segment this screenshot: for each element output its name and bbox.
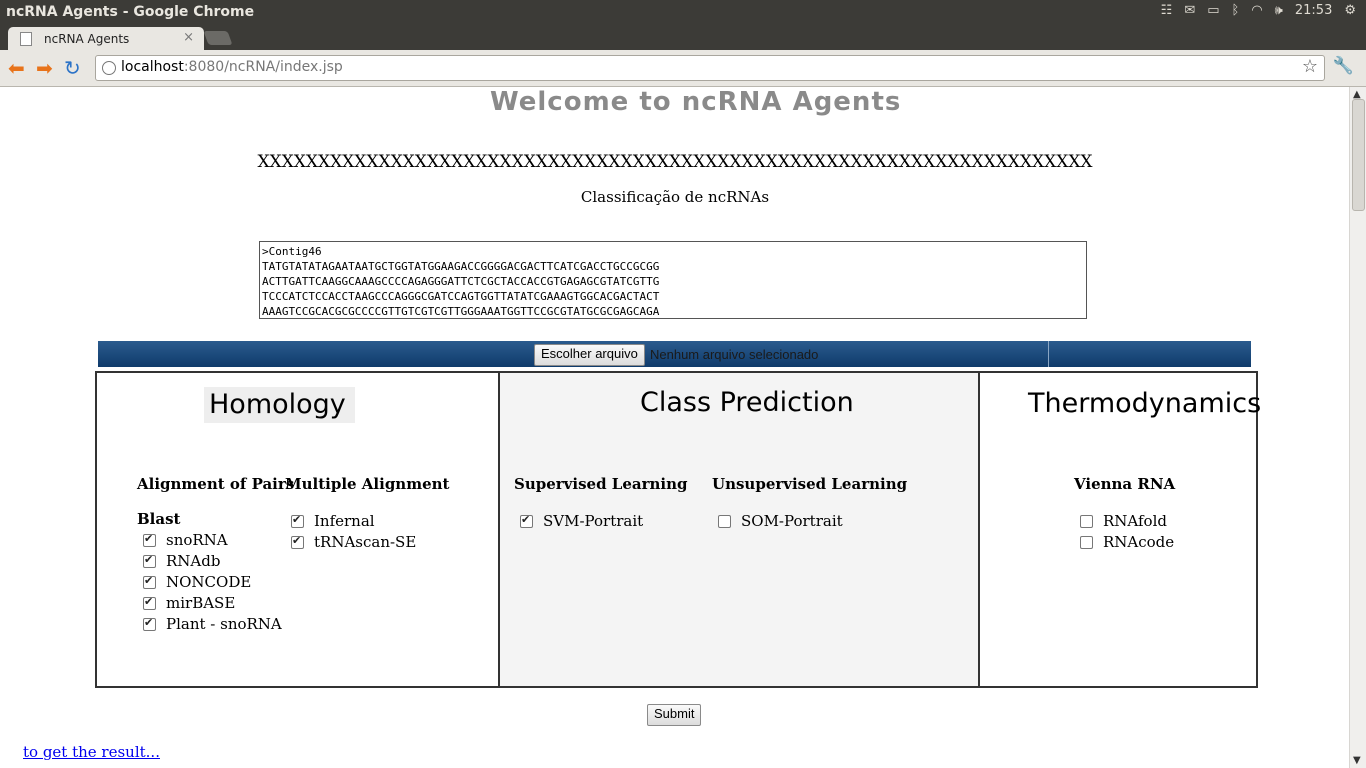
page-content: Welcome to ncRNA Agents XXXXXXXXXXXXXXXX… <box>0 87 1350 768</box>
checkbox[interactable] <box>1080 535 1093 549</box>
sequence-input[interactable]: >Contig46 TATGTATATAGAATAATGCTGGTATGGAAG… <box>259 241 1087 319</box>
checkbox[interactable] <box>718 514 731 528</box>
thermodynamics-title: Thermodynamics <box>1028 388 1262 419</box>
checkbox-som-portrait[interactable]: SOM-Portrait <box>718 512 843 530</box>
page-subtitle: Classificação de ncRNAs <box>580 188 770 206</box>
wrench-icon[interactable]: 🔧 <box>1333 56 1354 76</box>
browser-toolbar: ⬅ ➡ ↻ localhost:8080/ncRNA/index.jsp ☆ <box>0 50 1366 87</box>
new-tab-button[interactable] <box>203 31 233 45</box>
checkbox[interactable] <box>143 595 156 610</box>
submit-button[interactable]: Submit <box>647 704 702 726</box>
checkbox[interactable] <box>143 532 156 547</box>
unsupervised-learning-header: Unsupervised Learning <box>712 475 908 493</box>
checkbox-rnacode[interactable]: RNAcode <box>1080 533 1174 551</box>
checkbox-trnascan-se[interactable]: tRNAscan-SE <box>291 533 416 551</box>
file-upload-bar: Escolher arquivo Nenhum arquivo selecion… <box>98 341 1251 367</box>
wifi-icon[interactable]: ◠ <box>1251 3 1262 18</box>
tab-label: ncRNA Agents <box>44 32 130 46</box>
thermodynamics-panel: Thermodynamics Vienna RNA RNAfold RNAcod… <box>980 373 1261 686</box>
file-status: Nenhum arquivo selecionado <box>650 347 819 362</box>
blast-header: Blast <box>137 510 181 528</box>
checkbox[interactable] <box>520 513 533 528</box>
alignment-of-pairs-header: Alignment of Pairs <box>137 475 295 493</box>
bookmark-star-icon[interactable]: ☆ <box>1302 56 1318 77</box>
homology-panel: Homology Alignment of Pairs Blast snoRNA… <box>97 373 500 686</box>
tab-strip: ncRNA Agents × <box>0 24 1366 50</box>
checkbox-rnafold[interactable]: RNAfold <box>1080 512 1167 530</box>
volume-icon[interactable]: 🕪 <box>1275 3 1283 18</box>
result-link[interactable]: to get the result... <box>23 743 160 761</box>
choose-file-button[interactable]: Escolher arquivo <box>534 344 645 366</box>
url-text[interactable]: localhost:8080/ncRNA/index.jsp <box>121 59 343 75</box>
checkbox[interactable] <box>291 513 304 528</box>
checkbox-snorna[interactable]: snoRNA <box>143 531 228 549</box>
supervised-learning-header: Supervised Learning <box>514 475 688 493</box>
options-panels: Homology Alignment of Pairs Blast snoRNA… <box>95 371 1261 688</box>
gear-icon[interactable]: ⚙ <box>1344 3 1356 18</box>
battery-icon[interactable]: ▭ <box>1207 3 1219 18</box>
reload-icon[interactable]: ↻ <box>64 56 81 80</box>
tab-ncrna-agents[interactable]: ncRNA Agents × <box>8 27 204 50</box>
forward-arrow-icon[interactable]: ➡ <box>36 56 53 80</box>
mail-icon[interactable]: ✉ <box>1184 3 1195 18</box>
close-icon[interactable]: × <box>183 30 194 45</box>
checkbox-rnadb[interactable]: RNAdb <box>143 552 220 570</box>
class-prediction-title: Class Prediction <box>640 387 854 418</box>
keyboard-icon[interactable]: ☷ <box>1161 3 1173 18</box>
class-prediction-panel: Class Prediction Supervised Learning SVM… <box>500 373 980 686</box>
divider <box>1048 341 1049 367</box>
back-arrow-icon[interactable]: ⬅ <box>8 56 25 80</box>
clock[interactable]: 21:53 <box>1295 3 1332 18</box>
page-icon <box>20 32 32 46</box>
checkbox[interactable] <box>291 534 304 549</box>
scroll-thumb[interactable] <box>1352 99 1365 211</box>
multiple-alignment-header: Multiple Alignment <box>285 475 450 493</box>
welcome-banner: Welcome to ncRNA Agents <box>490 87 902 117</box>
checkbox[interactable] <box>1080 514 1093 528</box>
checkbox[interactable] <box>143 553 156 568</box>
vienna-rna-header: Vienna RNA <box>1074 475 1176 493</box>
placeholder-line: XXXXXXXXXXXXXXXXXXXXXXXXXXXXXXXXXXXXXXXX… <box>257 152 1093 172</box>
scroll-down-icon[interactable]: ▼ <box>1353 755 1361 766</box>
page-scrollbar[interactable]: ▲ ▼ <box>1349 87 1366 768</box>
bluetooth-icon[interactable]: ᛒ <box>1232 3 1240 18</box>
checkbox-noncode[interactable]: NONCODE <box>143 573 251 591</box>
checkbox-mirbase[interactable]: mirBASE <box>143 594 235 612</box>
window-title: ncRNA Agents - Google Chrome <box>6 4 255 20</box>
checkbox[interactable] <box>143 574 156 589</box>
system-tray: ☷ ✉ ▭ ᛒ ◠ 🕪 21:53 ⚙ <box>1161 3 1356 18</box>
address-bar[interactable]: localhost:8080/ncRNA/index.jsp ☆ <box>95 55 1325 81</box>
checkbox[interactable] <box>143 616 156 631</box>
checkbox-infernal[interactable]: Infernal <box>291 512 375 530</box>
homology-title: Homology <box>209 389 346 420</box>
checkbox-plant-snorna[interactable]: Plant - snoRNA <box>143 615 282 633</box>
page-info-icon[interactable] <box>102 61 116 75</box>
window-titlebar: ncRNA Agents - Google Chrome ☷ ✉ ▭ ᛒ ◠ 🕪… <box>0 0 1366 24</box>
checkbox-svm-portrait[interactable]: SVM-Portrait <box>520 512 643 530</box>
